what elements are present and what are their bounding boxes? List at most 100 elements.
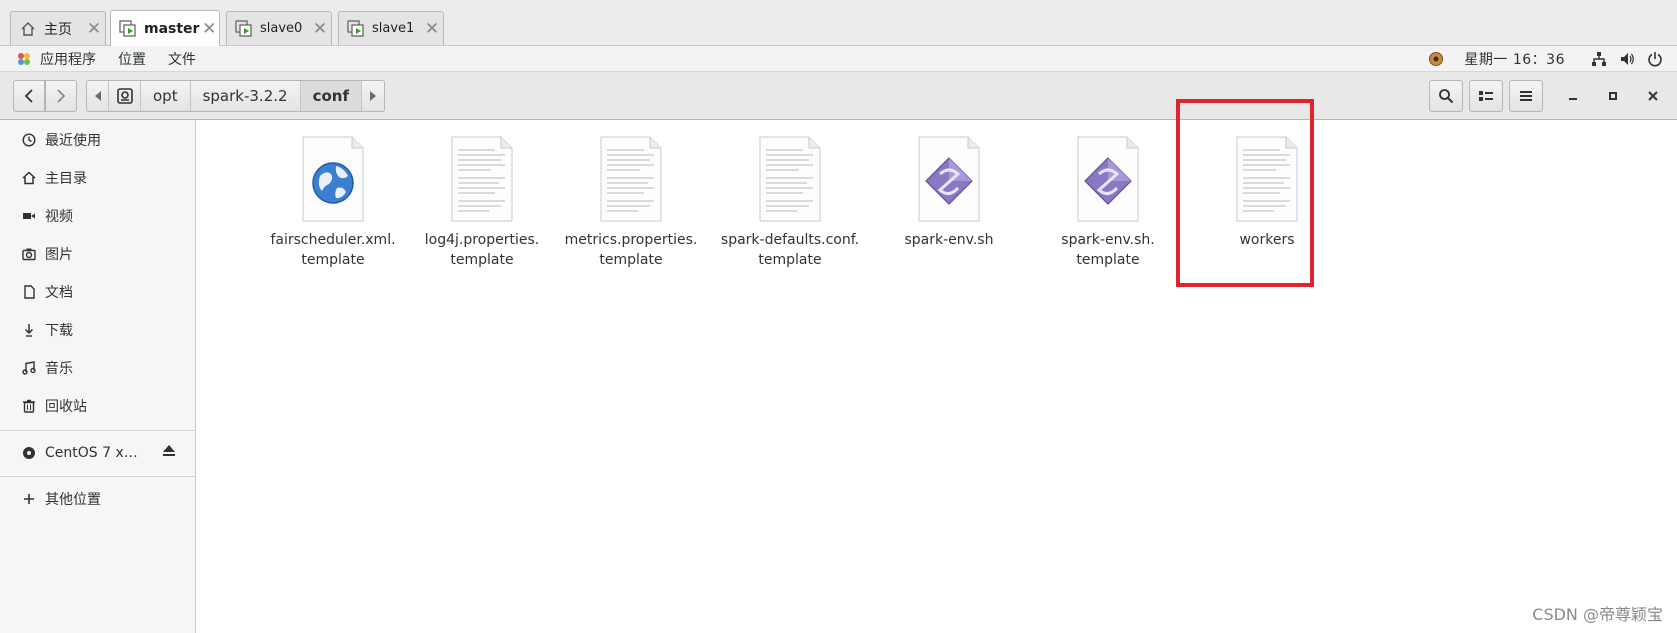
sidebar-item-home[interactable]: 主目录 xyxy=(0,163,196,193)
plus-icon xyxy=(21,491,37,507)
file-name: spark-env.sh xyxy=(904,232,994,248)
shell-script-icon xyxy=(918,136,980,222)
sidebar-item-trash[interactable]: 回收站 xyxy=(0,391,196,421)
path-crumb-opt[interactable]: opt xyxy=(141,81,191,111)
places-sidebar: 最近使用 主目录 视频 图片 文档 下载 音乐 回收站 CentOS 7 x… … xyxy=(0,120,196,633)
sidebar-item-label: CentOS 7 x… xyxy=(45,445,138,461)
applications-icon xyxy=(14,49,34,69)
chevron-right-icon xyxy=(57,89,66,103)
tab-slave0[interactable]: slave0 ✕ xyxy=(226,11,332,45)
menu-button[interactable] xyxy=(1509,80,1543,112)
search-icon xyxy=(1439,89,1454,104)
sidebar-item-videos[interactable]: 视频 xyxy=(0,201,196,231)
drive-icon xyxy=(116,88,133,104)
list-view-icon xyxy=(1479,91,1493,101)
sidebar-item-music[interactable]: 音乐 xyxy=(0,353,196,383)
power-icon[interactable] xyxy=(1645,49,1665,69)
download-icon xyxy=(21,322,37,338)
sidebar-item-label: 回收站 xyxy=(45,399,87,415)
file-manager-header: opt spark-3.2.2 conf xyxy=(0,72,1677,120)
hamburger-icon xyxy=(1520,91,1532,101)
file-item[interactable]: spark-env.sh xyxy=(874,136,1024,250)
gnome-top-panel: 应用程序 位置 文件 星期一 16：36 xyxy=(0,46,1677,72)
file-item[interactable]: fairscheduler.xml. template xyxy=(258,136,408,270)
path-scroll-left-button[interactable] xyxy=(87,81,109,111)
vm-icon xyxy=(235,19,253,38)
close-icon[interactable]: ✕ xyxy=(83,19,105,39)
path-crumb-conf[interactable]: conf xyxy=(300,81,362,111)
sidebar-item-pictures[interactable]: 图片 xyxy=(0,239,196,269)
top-panel-right: 星期一 16：36 xyxy=(1426,46,1677,72)
file-name: metrics.properties. template xyxy=(564,232,698,268)
watermark: CSDN @帝尊颖宝 xyxy=(1532,605,1663,624)
sidebar-item-label: 下载 xyxy=(45,323,73,339)
path-root-button[interactable] xyxy=(109,81,141,111)
sidebar-item-other-locations[interactable]: 其他位置 xyxy=(0,484,196,514)
sidebar-item-centos-disc[interactable]: CentOS 7 x… xyxy=(0,438,196,468)
menu-applications[interactable]: 应用程序 xyxy=(40,49,96,69)
vm-icon xyxy=(119,19,137,38)
back-button[interactable] xyxy=(13,80,45,112)
close-button[interactable] xyxy=(1641,84,1665,108)
sidebar-item-recent[interactable]: 最近使用 xyxy=(0,125,196,155)
tab-label: master xyxy=(144,20,200,37)
sidebar-item-label: 图片 xyxy=(45,247,73,263)
maximize-button[interactable] xyxy=(1601,84,1625,108)
file-item[interactable]: spark-env.sh. template xyxy=(1033,136,1183,270)
camera-icon xyxy=(21,246,37,262)
path-scroll-right-button[interactable] xyxy=(362,81,384,111)
web-document-icon xyxy=(302,136,364,222)
sidebar-item-label: 文档 xyxy=(45,285,73,301)
sidebar-item-label: 视频 xyxy=(45,209,73,225)
text-document-icon xyxy=(451,136,513,222)
vm-tab-bar: 主页 ✕ master ✕ slave0 ✕ slave1 ✕ xyxy=(0,0,1677,46)
close-icon[interactable]: ✕ xyxy=(199,19,219,39)
document-icon xyxy=(21,284,37,300)
minimize-button[interactable] xyxy=(1561,84,1585,108)
chevron-left-icon xyxy=(24,89,33,103)
trash-icon xyxy=(21,398,37,414)
tab-label: slave0 xyxy=(260,21,303,36)
home-icon xyxy=(19,20,37,38)
tab-home[interactable]: 主页 ✕ xyxy=(10,11,106,45)
path-crumb-spark[interactable]: spark-3.2.2 xyxy=(191,81,301,111)
maximize-icon xyxy=(1609,92,1617,100)
volume-icon[interactable] xyxy=(1617,49,1637,69)
file-name: spark-env.sh. template xyxy=(1061,232,1155,268)
video-icon xyxy=(21,208,37,224)
sidebar-item-label: 其他位置 xyxy=(45,492,101,508)
sidebar-item-label: 主目录 xyxy=(45,171,87,187)
menu-places[interactable]: 位置 xyxy=(118,49,146,69)
tab-master[interactable]: master ✕ xyxy=(110,10,220,46)
close-icon xyxy=(1648,91,1658,101)
file-item[interactable]: metrics.properties. template xyxy=(556,136,706,270)
file-name: log4j.properties. template xyxy=(424,232,540,268)
sidebar-item-downloads[interactable]: 下载 xyxy=(0,315,196,345)
search-button[interactable] xyxy=(1429,80,1463,112)
disc-icon xyxy=(21,445,37,461)
close-icon[interactable]: ✕ xyxy=(309,19,331,39)
forward-button[interactable] xyxy=(45,80,77,112)
eject-icon[interactable] xyxy=(162,445,176,461)
file-item[interactable]: log4j.properties. template xyxy=(407,136,557,270)
path-bar: opt spark-3.2.2 conf xyxy=(86,80,385,112)
sidebar-item-documents[interactable]: 文档 xyxy=(0,277,196,307)
music-icon xyxy=(21,360,37,376)
minimize-icon xyxy=(1569,98,1577,100)
triangle-left-icon xyxy=(94,91,101,101)
text-document-icon xyxy=(759,136,821,222)
close-icon[interactable]: ✕ xyxy=(421,19,443,39)
notification-icon[interactable] xyxy=(1426,49,1446,69)
top-menu: 应用程序 位置 文件 xyxy=(14,49,218,69)
file-item[interactable]: spark-defaults.conf. template xyxy=(715,136,865,270)
menu-files[interactable]: 文件 xyxy=(168,49,196,69)
file-name: fairscheduler.xml. template xyxy=(270,232,396,268)
tab-slave1[interactable]: slave1 ✕ xyxy=(338,11,444,45)
sidebar-separator xyxy=(0,476,196,477)
network-icon[interactable] xyxy=(1589,49,1609,69)
text-document-icon xyxy=(600,136,662,222)
tab-label: 主页 xyxy=(44,21,72,38)
view-toggle-button[interactable] xyxy=(1469,80,1503,112)
clock-icon xyxy=(21,132,37,148)
clock[interactable]: 星期一 16：36 xyxy=(1464,49,1565,69)
